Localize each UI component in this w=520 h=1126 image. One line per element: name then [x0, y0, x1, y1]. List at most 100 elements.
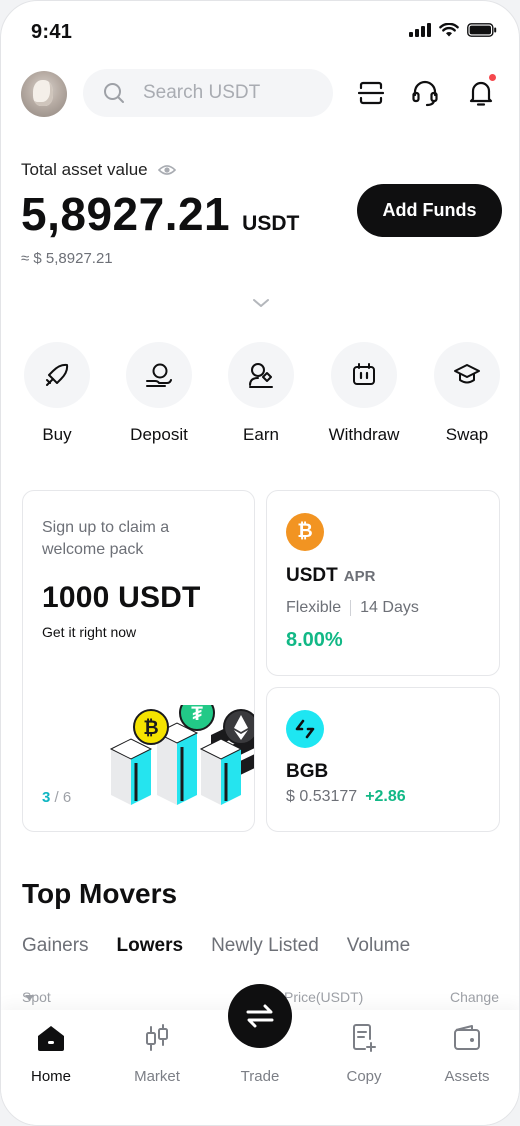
earn-terms: Flexible 14 Days — [286, 599, 419, 617]
support-button[interactable] — [411, 79, 439, 107]
asset-approx: ≈ $ 5,8927.21 — [21, 250, 113, 267]
search-input[interactable] — [143, 82, 313, 104]
nav-home[interactable]: Home — [1, 1022, 103, 1085]
quick-actions: Buy Deposit Earn Withdraw Swap — [1, 342, 519, 452]
action-withdraw[interactable]: Withdraw — [312, 342, 416, 445]
rocket-icon — [46, 363, 69, 386]
scan-icon — [358, 81, 384, 105]
promo-coins-illustration: ₿ ₮ — [109, 705, 254, 805]
bgb-price-row: $ 0.53177 +2.86 — [286, 788, 406, 806]
bgb-logo-icon — [286, 710, 324, 748]
nav-trade-label: Trade — [240, 1068, 280, 1085]
action-swap-circle — [434, 342, 500, 408]
avatar[interactable] — [21, 71, 67, 117]
nav-assets-label: Assets — [444, 1068, 490, 1085]
usdt-earn-card[interactable]: ₿ USDT APR Flexible 14 Days 8.00% — [266, 490, 500, 676]
eye-icon[interactable] — [157, 164, 176, 176]
earn-term-days: 14 Days — [360, 599, 419, 616]
wallet-icon — [454, 1025, 480, 1050]
trade-button[interactable] — [228, 984, 292, 1048]
action-deposit[interactable]: Deposit — [107, 342, 211, 445]
status-bar: 9:41 — [1, 1, 519, 61]
graduation-cap-icon — [454, 364, 480, 384]
movers-tabs: Gainers Lowers Newly Listed Volume — [22, 935, 438, 957]
add-funds-button[interactable]: Add Funds — [357, 184, 502, 237]
action-buy-label: Buy — [42, 425, 72, 444]
divider — [350, 600, 352, 616]
bgb-card[interactable]: BGB $ 0.53177 +2.86 — [266, 687, 500, 832]
promo-amount: 1000 USDT — [42, 581, 201, 614]
promo-pager: 3 / 6 — [42, 789, 71, 806]
bgb-change: +2.86 — [365, 788, 406, 805]
scan-button[interactable] — [357, 79, 385, 107]
asset-label-row: Total asset value — [21, 160, 176, 180]
action-earn[interactable]: Earn — [209, 342, 313, 445]
cellular-signal-icon — [409, 23, 431, 37]
nav-home-icon-wrap — [1, 1022, 103, 1054]
chevron-down-icon[interactable] — [251, 293, 271, 313]
market-filter-label: Spot — [22, 989, 51, 1005]
asset-label: Total asset value — [21, 160, 148, 179]
bgb-name: BGB — [286, 761, 329, 782]
search-bar[interactable] — [83, 69, 333, 117]
nav-market[interactable]: Market — [105, 1022, 209, 1085]
swap-arrows-icon — [246, 1004, 274, 1028]
tab-newly-listed[interactable]: Newly Listed — [211, 935, 319, 957]
action-deposit-circle — [126, 342, 192, 408]
price-column-header: Price(USDT) — [284, 989, 364, 1005]
earn-name-row: USDT APR — [286, 565, 375, 587]
top-movers-title: Top Movers — [22, 878, 178, 909]
status-icons — [409, 23, 497, 37]
tab-lowers[interactable]: Lowers — [117, 935, 184, 957]
bgb-price: $ 0.53177 — [286, 788, 358, 805]
action-buy[interactable]: Buy — [5, 342, 109, 445]
asset-unit: USDT — [242, 212, 300, 235]
nav-assets-icon-wrap — [415, 1022, 519, 1054]
svg-text:₮: ₮ — [191, 705, 203, 725]
action-deposit-label: Deposit — [130, 425, 188, 444]
promo-page-current: 3 — [42, 789, 51, 806]
notification-dot — [488, 73, 497, 82]
candlestick-icon — [146, 1024, 168, 1051]
svg-text:₿: ₿ — [143, 718, 158, 739]
home-icon — [38, 1026, 64, 1051]
action-buy-circle — [24, 342, 90, 408]
withdraw-icon — [353, 363, 375, 385]
nav-home-label: Home — [30, 1068, 71, 1085]
bitcoin-icon: ₿ — [286, 513, 324, 551]
earn-term-flexible: Flexible — [286, 599, 342, 616]
tab-volume[interactable]: Volume — [347, 935, 410, 957]
action-swap[interactable]: Swap — [415, 342, 519, 445]
bell-icon — [469, 81, 493, 106]
action-earn-label: Earn — [243, 425, 279, 444]
welcome-promo-card[interactable]: Sign up to claim a welcome pack 1000 USD… — [22, 490, 255, 832]
notification-button[interactable] — [467, 73, 497, 107]
copy-doc-icon — [353, 1024, 376, 1052]
header — [21, 69, 501, 117]
nav-copy[interactable]: Copy — [312, 1022, 416, 1085]
change-column-header: Change — [449, 989, 499, 1005]
earn-coin-name: USDT — [286, 565, 338, 586]
nav-copy-icon-wrap — [312, 1022, 416, 1054]
headset-icon — [412, 80, 438, 107]
wifi-icon — [439, 23, 459, 37]
promo-cta[interactable]: Get it right now — [42, 624, 136, 640]
status-time: 9:41 — [31, 21, 73, 43]
bgb-glyph-icon — [295, 719, 315, 739]
tab-gainers[interactable]: Gainers — [22, 935, 89, 957]
earn-icon — [249, 363, 273, 388]
earn-tag: APR — [343, 568, 376, 585]
nav-assets[interactable]: Assets — [415, 1022, 519, 1085]
deposit-hand-icon — [146, 363, 172, 387]
promo-subtitle: Sign up to claim a welcome pack — [42, 519, 170, 558]
action-withdraw-label: Withdraw — [328, 425, 400, 444]
nav-copy-label: Copy — [346, 1068, 382, 1085]
market-filter[interactable]: Spot — [22, 989, 51, 1005]
action-earn-circle — [228, 342, 294, 408]
phone-screen: 9:41 Search USDT Total asset value 5,892… — [0, 0, 520, 1126]
search-icon — [104, 83, 124, 103]
nav-market-label: Market — [134, 1068, 180, 1085]
asset-value: 5,8927.21 USDT — [21, 187, 299, 241]
action-swap-label: Swap — [445, 425, 489, 444]
action-withdraw-circle — [331, 342, 397, 408]
